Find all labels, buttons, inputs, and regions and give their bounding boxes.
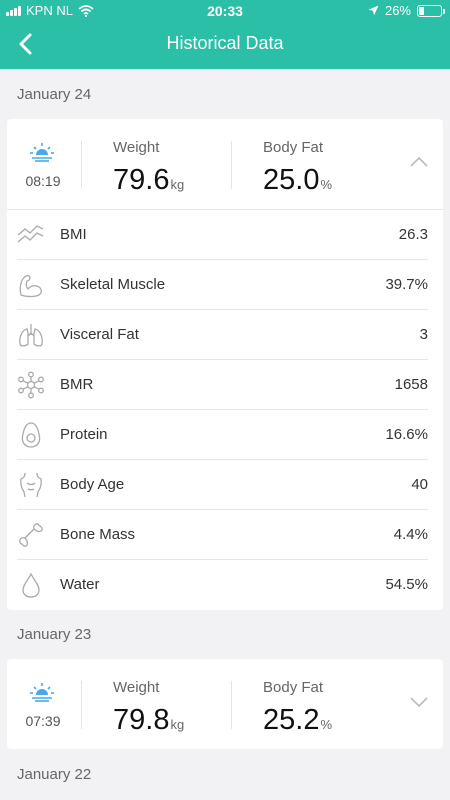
metric-row-bmi[interactable]: BMI 26.3: [17, 210, 428, 260]
location-arrow-icon: [368, 5, 379, 16]
record-time: 08:19: [25, 173, 61, 189]
status-bar: KPN NL 20:33 26%: [0, 0, 450, 22]
weight-value: 79.8kg: [113, 704, 184, 737]
metric-value: 26.3: [398, 226, 428, 243]
weight-unit: kg: [170, 717, 185, 732]
sunrise-icon: [30, 683, 54, 702]
date-header: January 24: [17, 86, 92, 103]
nav-bar: Historical Data: [0, 22, 450, 69]
record-card: 08:19 Weight 79.6kg Body Fat 25.0% BMI 2…: [7, 119, 443, 610]
body-fat-unit: %: [320, 717, 333, 732]
bone-icon: [19, 523, 43, 547]
battery-icon: [417, 4, 445, 17]
metric-value: 54.5%: [385, 576, 428, 593]
divider: [231, 141, 232, 189]
metric-value: 16.6%: [385, 426, 428, 443]
metric-value: 3: [419, 326, 428, 343]
divider: [81, 681, 82, 729]
record-summary[interactable]: 08:19 Weight 79.6kg Body Fat 25.0%: [7, 119, 443, 209]
molecule-icon: [18, 371, 44, 399]
metric-label: BMI: [60, 226, 87, 243]
record-time: 07:39: [25, 713, 61, 729]
battery-percent: 26%: [384, 3, 411, 18]
metric-row-bmr[interactable]: BMR 1658: [17, 360, 428, 410]
bmi-trend-icon: [17, 225, 44, 243]
weight-label: Weight: [113, 139, 160, 156]
metric-value: 4.4%: [393, 526, 428, 543]
app-header: KPN NL 20:33 26% Historical Data: [0, 0, 450, 69]
metric-row-visceral-fat[interactable]: Visceral Fat 3: [17, 310, 428, 360]
metric-label: Protein: [60, 426, 108, 443]
metric-row-bone-mass[interactable]: Bone Mass 4.4%: [17, 510, 428, 560]
metric-label: Water: [60, 576, 100, 593]
lungs-icon: [19, 324, 43, 347]
chevron-up-icon[interactable]: [409, 155, 429, 169]
metric-row-body-age[interactable]: Body Age 40: [17, 460, 428, 510]
metric-label: Skeletal Muscle: [60, 276, 166, 293]
metric-value: 1658: [394, 376, 428, 393]
body-fat-value: 25.0%: [263, 164, 332, 197]
record-summary[interactable]: 07:39 Weight 79.8kg Body Fat 25.2%: [7, 659, 443, 749]
date-header: January 23: [17, 626, 92, 643]
body-fat-number: 25.0: [263, 164, 320, 196]
metric-label: Body Age: [60, 476, 125, 493]
metric-label: Visceral Fat: [60, 326, 139, 343]
metric-row-water[interactable]: Water 54.5%: [17, 560, 428, 610]
page-title: Historical Data: [166, 33, 284, 53]
body-fat-unit: %: [320, 177, 333, 192]
body-fat-label: Body Fat: [263, 139, 324, 156]
weight-label: Weight: [113, 679, 160, 696]
avocado-icon: [21, 422, 41, 448]
metric-value: 40: [411, 476, 428, 493]
battery-level: [419, 6, 425, 15]
metric-value: 39.7%: [385, 276, 428, 293]
divider: [231, 681, 232, 729]
metric-row-protein[interactable]: Protein 16.6%: [17, 410, 428, 460]
water-drop-icon: [22, 572, 40, 598]
record-card: 07:39 Weight 79.8kg Body Fat 25.2%: [7, 659, 443, 749]
muscle-arm-icon: [19, 274, 42, 298]
metric-label: BMR: [60, 376, 94, 393]
body-fat-label: Body Fat: [263, 679, 324, 696]
sunrise-icon: [30, 143, 54, 162]
date-header: January 22: [17, 766, 92, 783]
metrics-list: BMI 26.3 Skeletal Muscle 39.7% Visceral …: [7, 209, 443, 610]
body-fat-value: 25.2%: [263, 704, 332, 737]
metric-label: Bone Mass: [60, 526, 136, 543]
weight-value: 79.6kg: [113, 164, 184, 197]
metric-row-skeletal-muscle[interactable]: Skeletal Muscle 39.7%: [17, 260, 428, 310]
weight-number: 79.6: [113, 164, 170, 196]
torso-icon: [20, 472, 42, 498]
weight-unit: kg: [170, 177, 185, 192]
body-fat-number: 25.2: [263, 704, 320, 736]
weight-number: 79.8: [113, 704, 170, 736]
divider: [81, 141, 82, 189]
chevron-down-icon[interactable]: [409, 695, 429, 709]
